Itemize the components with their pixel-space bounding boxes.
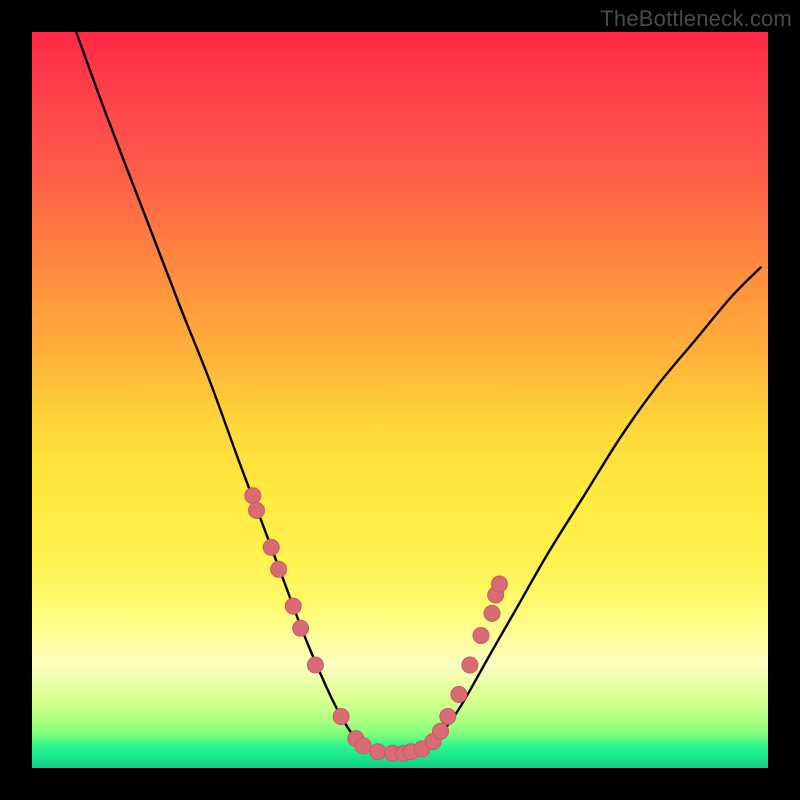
chart-frame: TheBottleneck.com xyxy=(0,0,800,800)
marker-point xyxy=(333,709,349,725)
marker-point xyxy=(462,657,478,673)
marker-point xyxy=(440,709,456,725)
marker-point xyxy=(433,723,449,739)
marker-point xyxy=(285,598,301,614)
marker-point xyxy=(484,605,500,621)
marker-point xyxy=(370,744,386,760)
marker-point xyxy=(245,488,261,504)
marker-point xyxy=(249,502,265,518)
marker-point xyxy=(271,561,287,577)
watermark-text: TheBottleneck.com xyxy=(600,6,792,32)
marker-point xyxy=(355,738,371,754)
marker-point xyxy=(451,686,467,702)
marker-point xyxy=(491,576,507,592)
plot-area xyxy=(32,32,768,768)
marker-point xyxy=(263,539,279,555)
marker-point xyxy=(307,657,323,673)
marker-point xyxy=(473,628,489,644)
marker-point xyxy=(293,620,309,636)
curve-svg xyxy=(32,32,768,768)
sample-markers xyxy=(245,488,508,762)
bottleneck-curve xyxy=(76,32,760,754)
